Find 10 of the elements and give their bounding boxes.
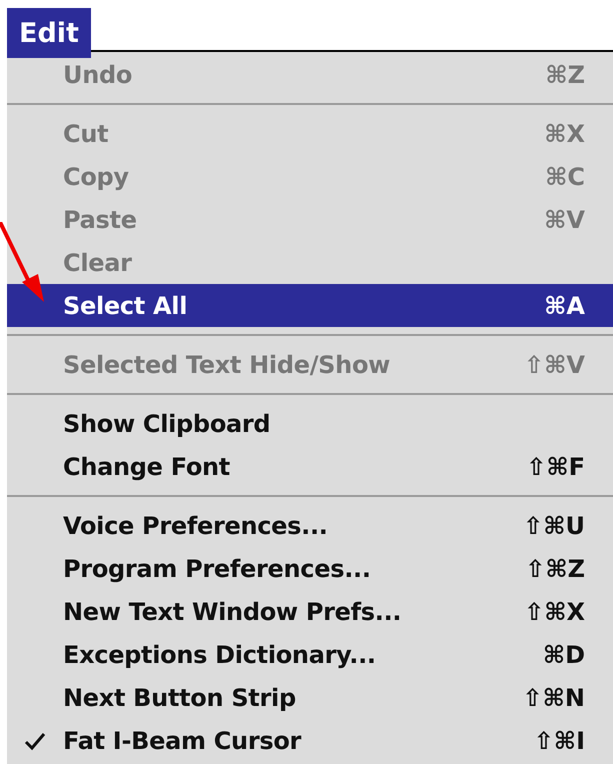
menu-item[interactable]: Exceptions Dictionary... ⌘D: [7, 633, 613, 676]
menu-item[interactable]: Voice Preferences... ⇧⌘U: [7, 504, 613, 547]
menu-item[interactable]: Select All ⌘A: [7, 284, 613, 327]
menu-item[interactable]: New Text Window Prefs... ⇧⌘X: [7, 590, 613, 633]
menu-item[interactable]: Program Preferences... ⇧⌘Z: [7, 547, 613, 590]
menu-item[interactable]: Change Font ⇧⌘F: [7, 445, 613, 488]
menu-item[interactable]: Next Button Strip ⇧⌘N: [7, 676, 613, 719]
menu-item[interactable]: Fat I-Beam Cursor ⇧⌘I: [7, 719, 613, 762]
menu-title[interactable]: Edit: [7, 8, 91, 58]
menu-item[interactable]: Show Clipboard: [7, 402, 613, 445]
